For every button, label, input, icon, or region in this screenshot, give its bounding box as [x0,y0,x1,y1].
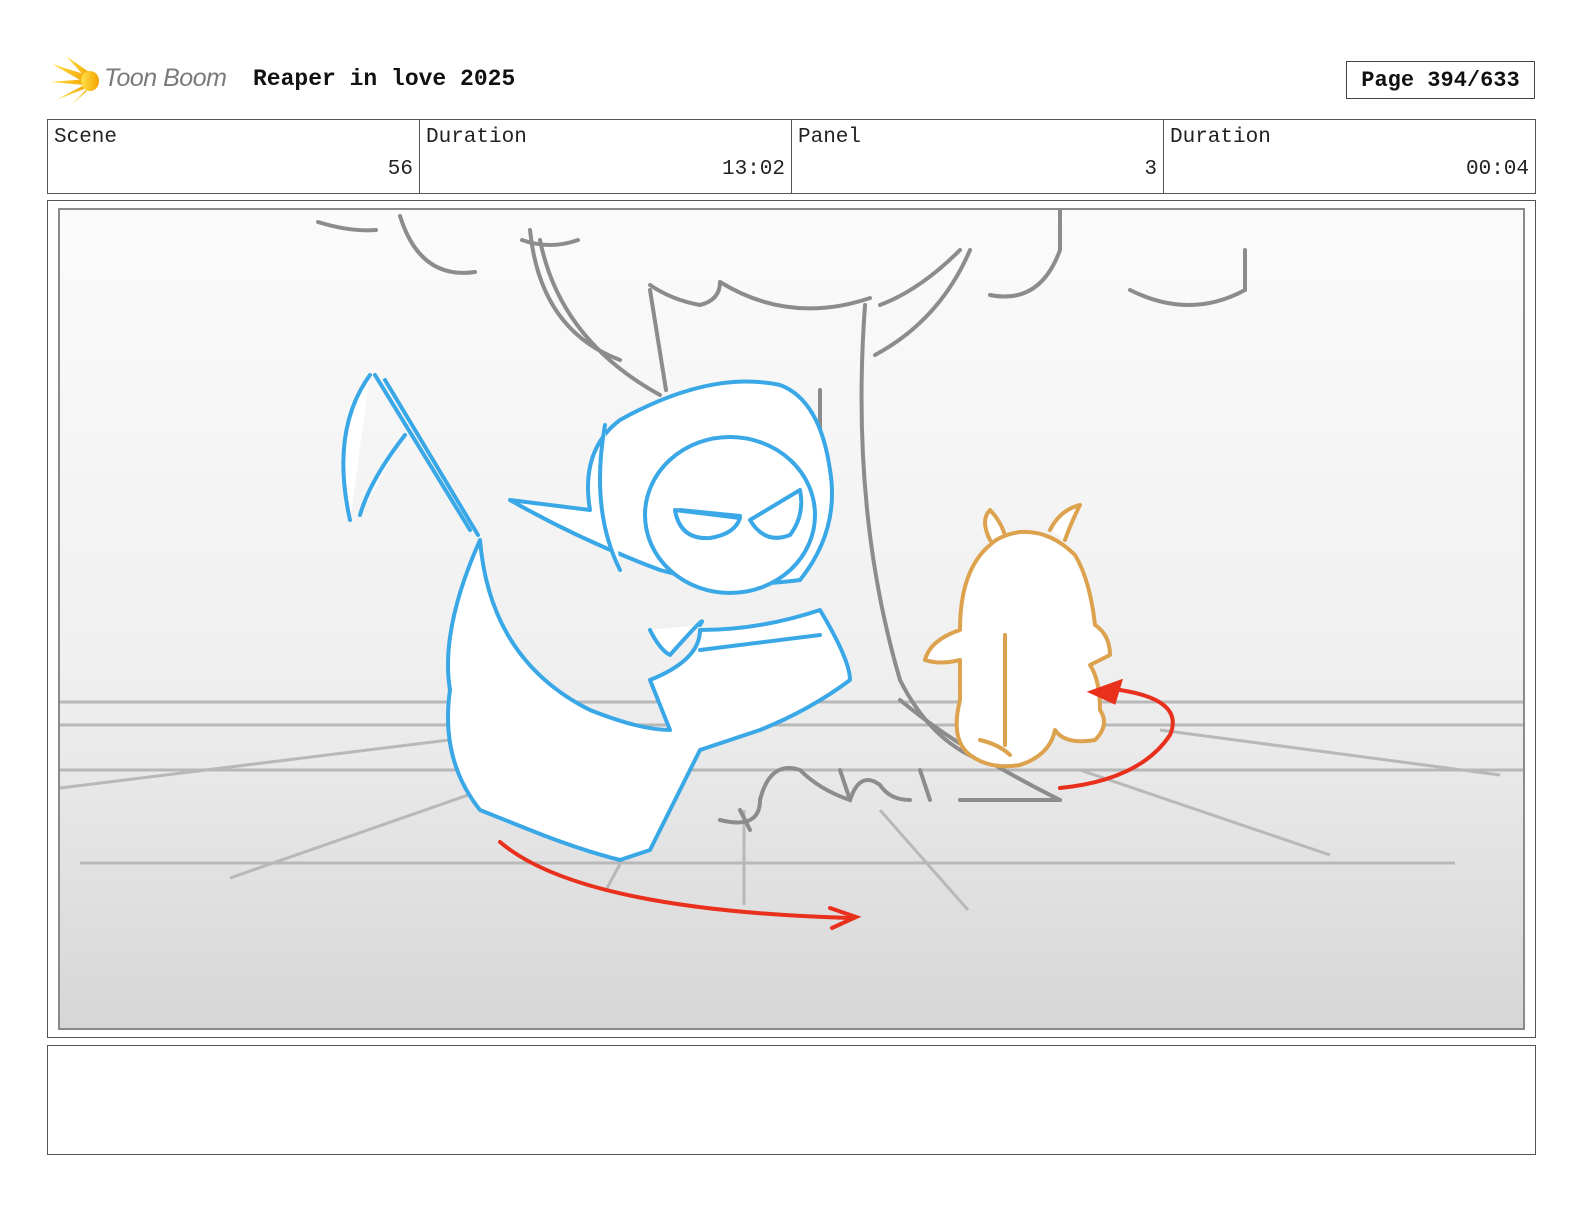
logo-text: Toon Boom [104,64,227,92]
scene-duration-label: Duration [426,126,527,149]
project-title: Reaper in love 2025 [253,66,516,92]
page-indicator: Page 394/633 [1346,61,1535,99]
page-label: Page 394/633 [1361,67,1520,93]
scene-duration-cell: Duration 13:02 [420,120,792,193]
scene-value: 56 [387,158,413,181]
scene-duration-value: 13:02 [721,158,785,181]
scene-cell: Scene 56 [48,120,420,193]
storyboard-panel-image [58,208,1525,1030]
panel-duration-cell: Duration 00:04 [1164,120,1535,193]
storyboard-sketch [60,210,1523,1028]
panel-label: Panel [798,126,862,149]
panel-cell: Panel 3 [792,120,1164,193]
panel-duration-value: 00:04 [1465,158,1529,181]
storyboard-panel-frame [47,200,1536,1038]
panel-value: 3 [1144,158,1157,181]
panel-info-table: Scene 56 Duration 13:02 Panel 3 Duration… [47,119,1536,194]
panel-duration-label: Duration [1170,126,1271,149]
panel-notes-box [47,1045,1536,1155]
scene-label: Scene [54,126,118,149]
